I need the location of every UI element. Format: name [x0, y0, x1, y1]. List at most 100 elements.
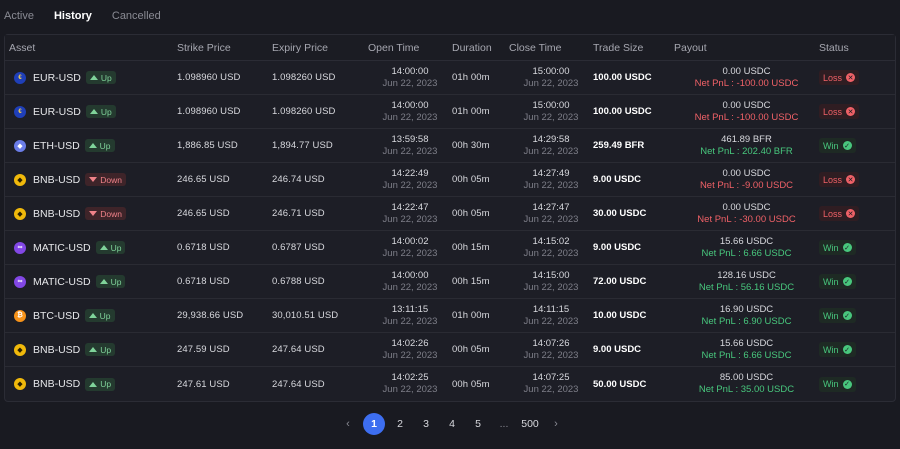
status-label: Win	[823, 310, 839, 321]
direction-badge: Up	[84, 309, 115, 322]
direction-label: Up	[100, 106, 112, 117]
header-status: Status	[819, 41, 849, 54]
payout-cell: 15.66 USDC Net PnL : 6.66 USDC	[674, 338, 819, 362]
arrow-down-icon	[89, 211, 98, 216]
pagination-ellipsis: ...	[499, 418, 509, 430]
direction-label: Up	[100, 72, 112, 83]
payout-cell: 0.00 USDC Net PnL : -9.00 USDC	[674, 168, 819, 192]
table-row: ◆ ETH-USD Up 1,886.85 USD 1,894.77 USD 13:59:…	[5, 129, 895, 163]
header-open-time: Open Time	[368, 41, 420, 54]
open-date: Jun 22, 2023	[382, 179, 438, 191]
page-3-button[interactable]: 3	[415, 413, 437, 435]
duration: 01h 00m	[452, 310, 490, 321]
status-label: Loss	[823, 208, 843, 219]
close-date: Jun 22, 2023	[523, 247, 579, 259]
direction-label: Down	[100, 174, 122, 185]
duration: 00h 05m	[452, 208, 490, 219]
direction-label: Down	[100, 208, 122, 219]
bnb-coin-icon: ◆	[14, 207, 26, 220]
tab-cancelled[interactable]: Cancelled	[112, 10, 161, 22]
close-time-cell: 14:11:15 Jun 22, 2023	[509, 304, 593, 328]
prev-page-button[interactable]: ‹	[337, 413, 359, 435]
payout-cell: 0.00 USDC Net PnL : -30.00 USDC	[674, 202, 819, 226]
tab-history[interactable]: History	[54, 10, 92, 22]
trade-size: 100.00 USDC	[593, 72, 652, 83]
header-payout: Payout	[674, 41, 707, 54]
open-date: Jun 22, 2023	[382, 349, 438, 361]
status-badge: Win ✓	[819, 308, 856, 323]
direction-badge: Up	[85, 105, 116, 118]
net-pnl: Net PnL : 202.40 BFR	[700, 145, 793, 157]
open-time-cell: 14:02:26 Jun 22, 2023	[368, 338, 452, 362]
expiry-price: 247.64 USD	[272, 378, 325, 390]
trade-size: 10.00 USDC	[593, 310, 647, 321]
status-cell: Win ✓	[819, 342, 889, 357]
tab-active[interactable]: Active	[4, 10, 34, 22]
direction-badge: Up	[95, 241, 126, 254]
status-cell: Win ✓	[819, 274, 889, 289]
strike-price: 29,938.66 USD	[177, 310, 244, 321]
close-circle-icon: ✕	[846, 73, 856, 82]
asset-cell: ₿ BTC-USD Up	[5, 309, 177, 322]
open-time-cell: 14:00:00 Jun 22, 2023	[368, 100, 452, 124]
expiry-price: 0.6788 USD	[272, 276, 325, 287]
page-4-button[interactable]: 4	[441, 413, 463, 435]
close-time-cell: 14:29:58 Jun 22, 2023	[509, 134, 593, 158]
net-pnl: Net PnL : -9.00 USDC	[699, 179, 794, 191]
payout-amount: 0.00 USDC	[722, 167, 771, 179]
close-date: Jun 22, 2023	[523, 145, 579, 157]
trade-size: 50.00 USDC	[593, 378, 647, 390]
page-2-button[interactable]: 2	[389, 413, 411, 435]
close-time: 15:00:00	[532, 99, 570, 111]
table-header: Asset Strike Price Expiry Price Open Tim…	[5, 35, 895, 61]
open-time-cell: 14:00:02 Jun 22, 2023	[368, 236, 452, 260]
direction-badge: Up	[85, 377, 116, 391]
asset-name: EUR-USD	[33, 71, 81, 84]
strike-price: 246.65 USD	[177, 208, 230, 219]
open-time: 14:00:00	[391, 99, 429, 111]
close-time-cell: 14:27:49 Jun 22, 2023	[509, 168, 593, 192]
close-time-cell: 14:07:25 Jun 22, 2023	[509, 372, 593, 396]
page-5-button[interactable]: 5	[467, 413, 489, 435]
open-time: 14:00:00	[391, 269, 429, 281]
close-circle-icon: ✕	[846, 107, 856, 116]
bnb-coin-icon: ◆	[14, 173, 26, 186]
btc-coin-icon: ₿	[14, 309, 26, 322]
close-time-cell: 14:15:02 Jun 22, 2023	[509, 236, 593, 260]
check-circle-icon: ✓	[842, 141, 852, 150]
table-row: ◆ BNB-USD Up 247.61 USD 247.64 USD 14:02:25 Ju…	[5, 367, 895, 401]
status-cell: Win ✓	[819, 138, 889, 153]
status-badge: Loss ✕	[819, 70, 860, 85]
direction-badge: Up	[95, 275, 126, 288]
next-page-button[interactable]: ›	[545, 413, 567, 435]
close-date: Jun 22, 2023	[523, 213, 579, 225]
close-date: Jun 22, 2023	[523, 179, 579, 191]
open-date: Jun 22, 2023	[382, 213, 438, 225]
payout-cell: 85.00 USDC Net PnL : 35.00 USDC	[674, 372, 819, 396]
close-date: Jun 22, 2023	[523, 77, 579, 89]
close-time: 15:00:00	[532, 65, 570, 77]
status-badge: Loss ✕	[819, 206, 860, 221]
status-label: Loss	[823, 174, 843, 185]
trade-size: 72.00 USDC	[593, 276, 647, 287]
open-date: Jun 22, 2023	[382, 145, 438, 157]
arrow-up-icon	[89, 75, 98, 80]
bnb-coin-icon: ◆	[14, 378, 26, 390]
close-date: Jun 22, 2023	[523, 111, 579, 123]
close-time: 14:27:47	[532, 201, 570, 213]
open-time: 13:59:58	[391, 133, 429, 145]
direction-label: Up	[100, 344, 112, 355]
close-time: 14:29:58	[532, 133, 570, 145]
close-time-cell: 15:00:00 Jun 22, 2023	[509, 66, 593, 90]
status-badge: Win ✓	[819, 240, 856, 255]
arrow-up-icon	[99, 279, 108, 284]
status-badge: Loss ✕	[819, 104, 860, 119]
direction-badge: Down	[85, 173, 126, 186]
net-pnl: Net PnL : 56.16 USDC	[698, 281, 795, 293]
asset-cell: ∞ MATIC-USD Up	[5, 241, 177, 254]
status-cell: Win ✓	[819, 240, 889, 255]
open-date: Jun 22, 2023	[382, 111, 438, 123]
close-time: 14:15:02	[532, 235, 570, 247]
page-1-button[interactable]: 1	[363, 413, 385, 435]
page-500-button[interactable]: 500	[519, 413, 541, 435]
